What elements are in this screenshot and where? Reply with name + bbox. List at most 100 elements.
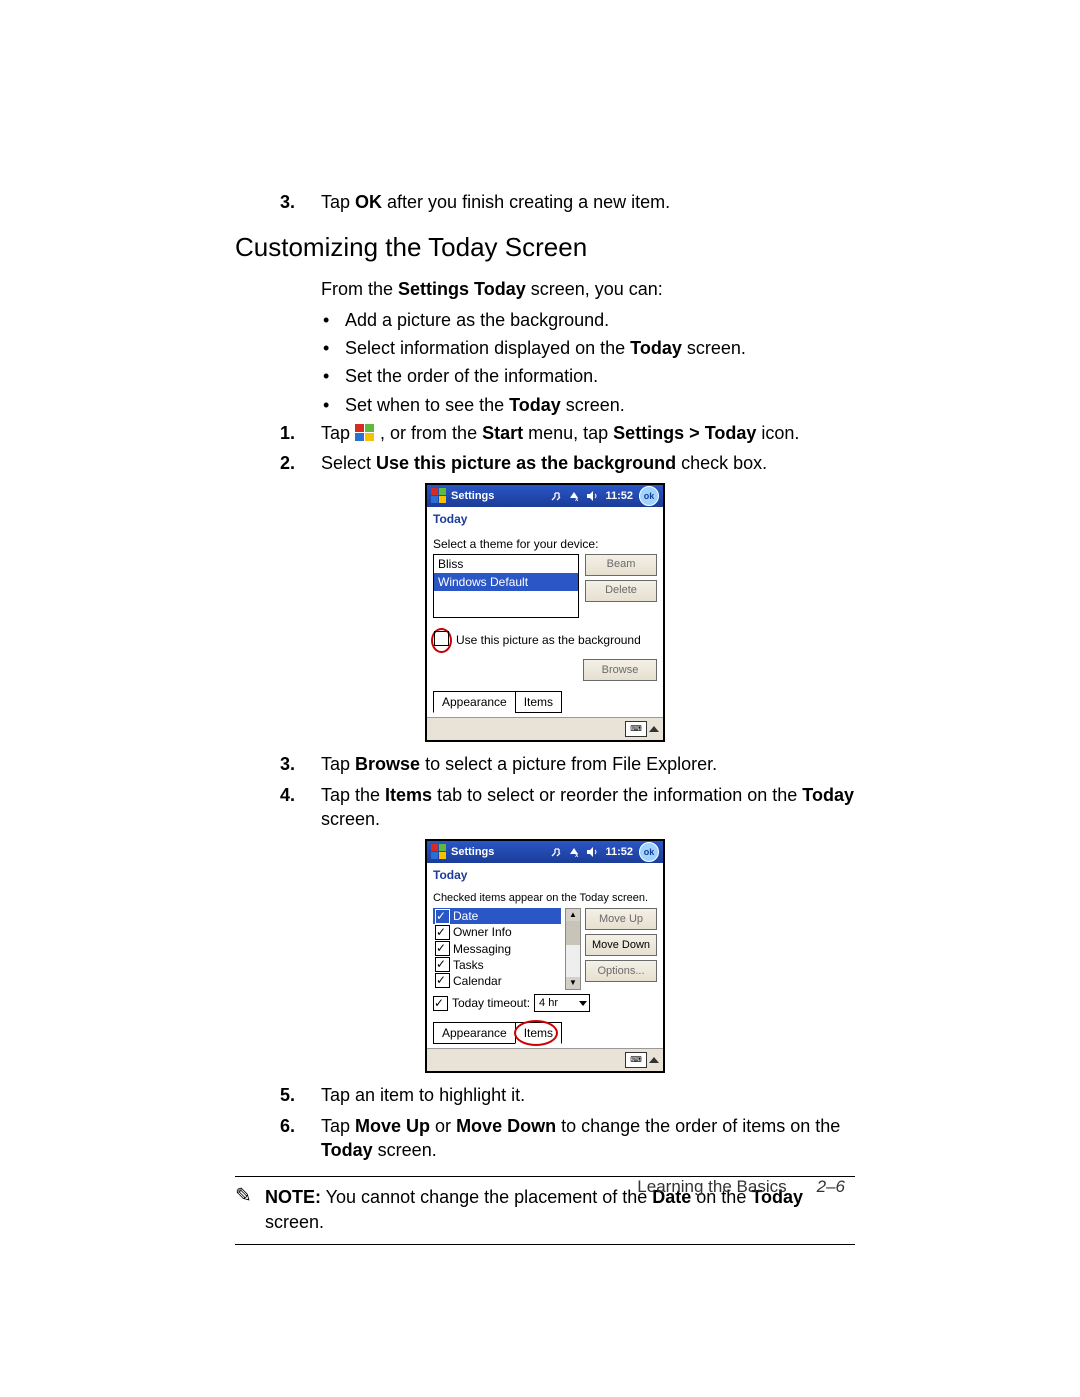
ok-button[interactable]: ok <box>639 842 659 862</box>
timeout-select[interactable]: 4 hr <box>534 994 590 1012</box>
browse-button[interactable]: Browse <box>583 659 657 681</box>
scroll-down-icon[interactable]: ▼ <box>566 977 580 989</box>
list-item[interactable]: Tasks <box>433 957 561 973</box>
list-item[interactable]: Owner Info <box>433 924 561 940</box>
text: to select a picture from File Explorer. <box>420 754 717 774</box>
step-3-tap-browse: 3. Tap Browse to select a picture from F… <box>235 752 855 776</box>
scrollbar[interactable]: ▲ ▼ <box>565 908 581 990</box>
keyboard-icon[interactable]: ⌨ <box>625 721 647 737</box>
bold-today: Today <box>509 395 561 415</box>
move-up-button[interactable]: Move Up <box>585 908 657 930</box>
note-label: NOTE: <box>265 1187 321 1207</box>
text: From the <box>321 279 398 299</box>
input-menu-arrow-icon[interactable] <box>649 726 659 732</box>
text: check box. <box>676 453 767 473</box>
tab-appearance[interactable]: Appearance <box>433 1022 516 1044</box>
move-down-button[interactable]: Move Down <box>585 934 657 956</box>
bullet-item: Select information displayed on the Toda… <box>321 336 855 360</box>
step-number: 3. <box>280 190 295 214</box>
items-prompt: Checked items appear on the Today screen… <box>433 891 657 906</box>
text: Tap <box>321 754 355 774</box>
text: Select information displayed on the <box>345 338 630 358</box>
bold-start: Start <box>482 423 523 443</box>
step-2-select-checkbox: 2. Select Use this picture as the backgr… <box>235 451 855 475</box>
bold-browse: Browse <box>355 754 420 774</box>
step-6-move-up-down: 6. Tap Move Up or Move Down to change th… <box>235 1114 855 1163</box>
timeout-label: Today timeout: <box>452 995 530 1011</box>
text: Select <box>321 453 376 473</box>
scroll-up-icon[interactable]: ▲ <box>566 909 580 921</box>
tab-appearance[interactable]: Appearance <box>433 691 516 713</box>
text: menu, tap <box>523 423 613 443</box>
theme-option[interactable]: Bliss <box>434 555 578 573</box>
timeout-checkbox[interactable] <box>433 996 448 1011</box>
items-list[interactable]: Date Owner Info Messaging Tasks Calendar <box>433 908 561 990</box>
text: to change the order of items on the <box>556 1116 840 1136</box>
window-title: Settings <box>451 489 494 504</box>
item-checkbox[interactable] <box>435 941 450 956</box>
page-footer: Learning the Basics 2–6 <box>637 1177 845 1197</box>
connectivity-icon[interactable] <box>549 489 563 503</box>
start-flag-icon[interactable] <box>431 844 447 860</box>
start-flag-icon[interactable] <box>431 488 447 504</box>
device-screenshot-items: Settings x 11:52 ok Today Checked items … <box>425 839 665 1073</box>
text: tab to select or reorder the information… <box>432 785 802 805</box>
text: screen. <box>321 809 380 829</box>
step-number: 2. <box>280 451 295 475</box>
step-number: 6. <box>280 1114 295 1138</box>
text: , or from the <box>380 423 482 443</box>
text: You cannot change the placement of the <box>321 1187 652 1207</box>
step-1-tap-start: 1. Tap , or from the Start menu, tap Set… <box>235 421 855 445</box>
item-checkbox[interactable] <box>435 957 450 972</box>
list-item-selected[interactable]: Date <box>433 908 561 924</box>
input-menu-arrow-icon[interactable] <box>649 1057 659 1063</box>
theme-list[interactable]: Bliss Windows Default <box>433 554 579 618</box>
item-checkbox[interactable] <box>435 909 450 924</box>
item-label: Date <box>453 908 478 924</box>
step-3-tap-ok: 3. Tap OK after you finish creating a ne… <box>235 190 855 214</box>
list-item[interactable]: Messaging <box>433 941 561 957</box>
keyboard-icon[interactable]: ⌨ <box>625 1052 647 1068</box>
clock: 11:52 <box>603 489 635 504</box>
beam-button[interactable]: Beam <box>585 554 657 576</box>
footer-page-number: 2–6 <box>817 1177 845 1197</box>
bold-today: Today <box>802 785 854 805</box>
svg-text:x: x <box>575 853 579 858</box>
theme-option-selected[interactable]: Windows Default <box>434 573 578 591</box>
item-label: Messaging <box>453 941 511 957</box>
scroll-thumb[interactable] <box>566 921 580 945</box>
bold-move-up: Move Up <box>355 1116 430 1136</box>
text: after you finish creating a new item. <box>382 192 670 212</box>
tab-items[interactable]: Items <box>515 691 562 713</box>
bullet-item: Set the order of the information. <box>321 364 855 388</box>
connectivity-icon[interactable] <box>549 845 563 859</box>
signal-icon[interactable]: x <box>567 845 581 859</box>
text: screen. <box>373 1140 437 1160</box>
item-label: Tasks <box>453 957 484 973</box>
text: Tap <box>321 423 355 443</box>
section-heading: Customizing the Today Screen <box>235 230 855 265</box>
options-button[interactable]: Options... <box>585 960 657 982</box>
step-4-tap-items-tab: 4. Tap the Items tab to select or reorde… <box>235 783 855 832</box>
screen-subtitle: Today <box>427 863 663 889</box>
tab-items[interactable]: Items <box>515 1022 562 1044</box>
bold-move-down: Move Down <box>456 1116 556 1136</box>
item-checkbox[interactable] <box>435 925 450 940</box>
start-flag-icon <box>355 424 375 442</box>
use-picture-checkbox[interactable] <box>434 631 449 646</box>
speaker-icon[interactable] <box>585 489 599 503</box>
footer-section: Learning the Basics <box>637 1177 786 1197</box>
signal-icon[interactable]: x <box>567 489 581 503</box>
bullet-item: Add a picture as the background. <box>321 308 855 332</box>
svg-text:x: x <box>575 497 579 502</box>
delete-button[interactable]: Delete <box>585 580 657 602</box>
titlebar: Settings x 11:52 ok <box>427 841 663 863</box>
bold-items: Items <box>385 785 432 805</box>
speaker-icon[interactable] <box>585 845 599 859</box>
bold-use-picture: Use this picture as the background <box>376 453 676 473</box>
list-item[interactable]: Calendar <box>433 973 561 989</box>
ok-button[interactable]: ok <box>639 486 659 506</box>
text: screen. <box>682 338 746 358</box>
item-checkbox[interactable] <box>435 973 450 988</box>
note-icon: ✎ <box>235 1183 252 1210</box>
